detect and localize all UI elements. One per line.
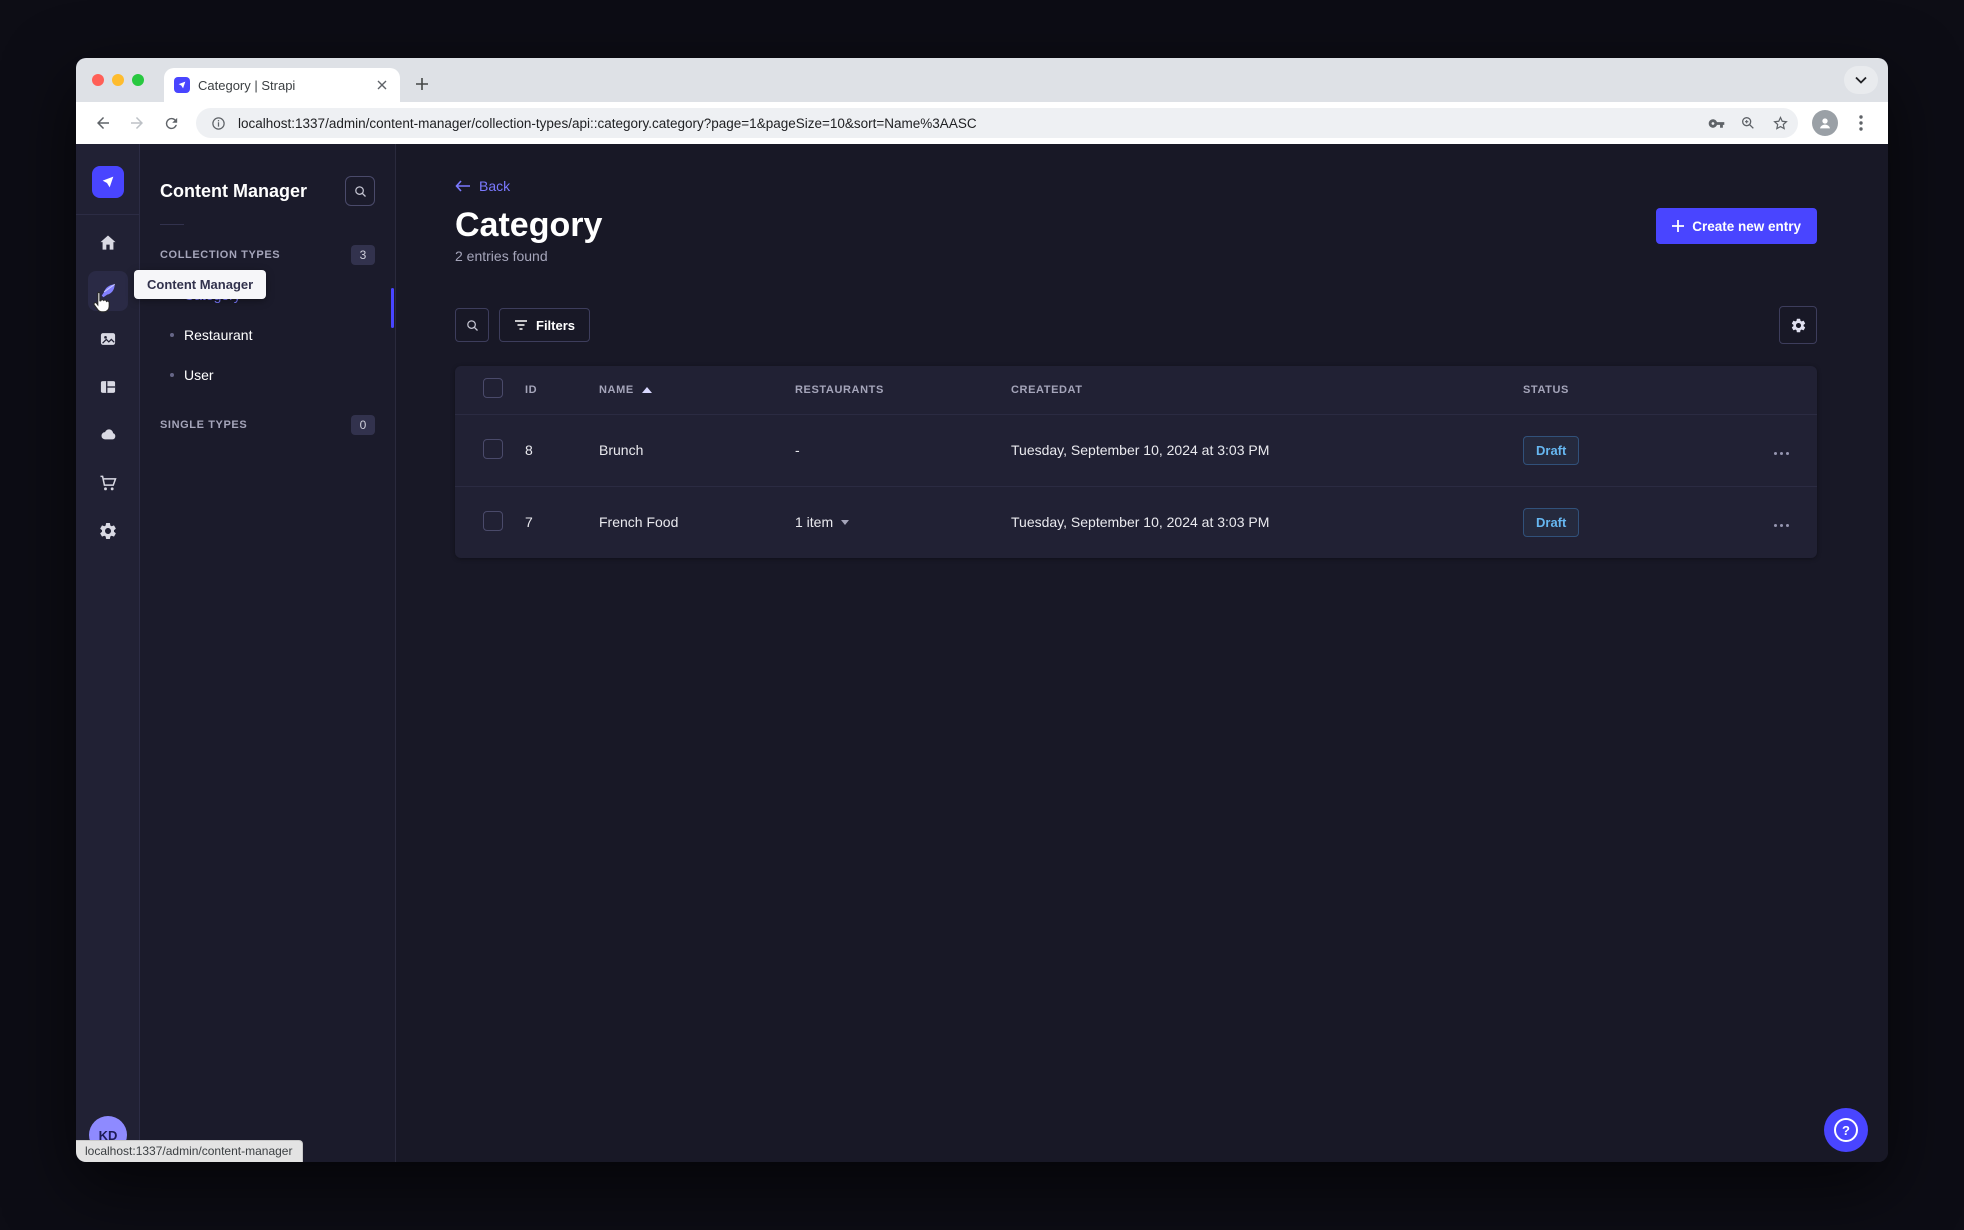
header-status[interactable]: STATUS — [1523, 366, 1723, 414]
filter-icon — [515, 320, 527, 330]
status-badge: Draft — [1523, 435, 1580, 465]
view-settings-gear-icon[interactable] — [1779, 306, 1817, 344]
bookmark-star-icon[interactable] — [1768, 111, 1792, 135]
site-info-icon[interactable] — [206, 111, 230, 135]
tab-strip: Category | Strapi — [76, 58, 1888, 102]
cell-createdat: Tuesday, September 10, 2024 at 3:03 PM — [1011, 514, 1270, 531]
back-label: Back — [479, 178, 511, 194]
entries-table: ID NAME RESTAURANTS CREATEDAT STATUS 8 B… — [455, 366, 1817, 558]
table-row[interactable]: 7 French Food 1 item Tuesday, September … — [455, 486, 1817, 558]
question-mark-icon: ? — [1834, 1118, 1858, 1142]
entries-count: 2 entries found — [455, 248, 548, 264]
bullet-icon — [170, 373, 174, 377]
row-actions-menu-icon[interactable] — [1774, 524, 1789, 528]
browser-menu-icon[interactable] — [1846, 108, 1876, 138]
tab-close-icon[interactable] — [374, 77, 390, 93]
select-all-checkbox[interactable] — [483, 378, 503, 399]
table-row[interactable]: 8 Brunch - Tuesday, September 10, 2024 a… — [455, 414, 1817, 486]
content-type-builder-icon[interactable] — [88, 367, 128, 407]
chevron-down-icon — [841, 519, 850, 525]
tooltip: Content Manager — [134, 270, 267, 299]
row-actions-menu-icon[interactable] — [1774, 452, 1789, 455]
table-search-icon[interactable] — [455, 308, 489, 342]
tab-search-chevron-icon[interactable] — [1844, 66, 1878, 94]
url-bar[interactable]: localhost:1337/admin/content-manager/col… — [196, 108, 1798, 138]
cloud-icon[interactable] — [88, 415, 128, 455]
minimize-window-button[interactable] — [112, 74, 124, 86]
navbar-divider — [76, 214, 139, 215]
cell-name: French Food — [599, 514, 679, 531]
cell-restaurants: - — [795, 442, 800, 458]
table-header-row: ID NAME RESTAURANTS CREATEDAT STATUS — [455, 366, 1817, 414]
browser-tab[interactable]: Category | Strapi — [164, 68, 400, 102]
sidebar-item-user[interactable]: User — [140, 355, 395, 395]
entries-table-card: ID NAME RESTAURANTS CREATEDAT STATUS 8 B… — [455, 366, 1817, 558]
media-library-icon[interactable] — [88, 319, 128, 359]
header-restaurants[interactable]: RESTAURANTS — [795, 366, 1011, 414]
back-icon[interactable] — [88, 108, 118, 138]
search-icon[interactable] — [345, 176, 375, 206]
header-id[interactable]: ID — [525, 366, 599, 414]
sidebar-item-label: Restaurant — [184, 327, 253, 343]
sidebar-item-label: User — [184, 367, 214, 383]
create-new-entry-label: Create new entry — [1692, 218, 1801, 234]
row-checkbox[interactable] — [483, 438, 503, 459]
strapi-favicon — [174, 77, 190, 93]
filters-button[interactable]: Filters — [499, 308, 591, 342]
main-content: Back Category Create new entry 2 entries… — [396, 144, 1888, 1162]
main-navigation: KD — [76, 144, 140, 1162]
subnav-divider — [160, 224, 184, 225]
tab-title: Category | Strapi — [198, 77, 296, 93]
close-window-button[interactable] — [92, 74, 104, 86]
header-name[interactable]: NAME — [599, 384, 795, 396]
link-preview-statusbar: localhost:1337/admin/content-manager — [76, 1140, 304, 1162]
relation-count-toggle[interactable]: 1 item — [795, 514, 1011, 530]
reload-icon[interactable] — [156, 108, 186, 138]
settings-gear-icon[interactable] — [88, 511, 128, 551]
strapi-logo[interactable] — [91, 166, 124, 198]
create-new-entry-button[interactable]: Create new entry — [1656, 208, 1817, 244]
sidebar-item-restaurant[interactable]: Restaurant — [140, 315, 395, 355]
subnav-scrollbar[interactable] — [391, 288, 394, 328]
new-tab-button[interactable] — [408, 70, 436, 98]
header-createdat[interactable]: CREATEDAT — [1011, 366, 1523, 414]
home-icon[interactable] — [88, 223, 128, 263]
subnav-title: Content Manager — [160, 180, 308, 201]
help-button[interactable]: ? — [1824, 1108, 1868, 1152]
content-manager-icon[interactable] — [87, 271, 128, 311]
page-title: Category — [455, 206, 603, 244]
zoom-window-button[interactable] — [132, 74, 144, 86]
browser-window: Category | Strapi localhost:1337/admin/c… — [76, 58, 1888, 1162]
window-controls — [92, 74, 144, 86]
cell-name: Brunch — [599, 442, 644, 458]
marketplace-cart-icon[interactable] — [88, 463, 128, 503]
browser-profile-avatar[interactable] — [1812, 110, 1838, 136]
cell-createdat: Tuesday, September 10, 2024 at 3:03 PM — [1011, 442, 1270, 458]
collection-types-label: COLLECTION TYPES — [160, 249, 281, 261]
forward-icon[interactable] — [122, 108, 152, 138]
bullet-icon — [170, 333, 174, 337]
sort-ascending-icon — [641, 386, 652, 393]
cell-id: 8 — [525, 442, 533, 458]
zoom-page-icon[interactable] — [1736, 111, 1760, 135]
row-checkbox[interactable] — [483, 510, 503, 531]
filters-label: Filters — [536, 317, 576, 333]
status-badge: Draft — [1523, 507, 1580, 537]
back-link[interactable]: Back — [455, 178, 510, 194]
single-types-label: SINGLE TYPES — [160, 419, 248, 431]
password-key-icon[interactable] — [1704, 111, 1728, 135]
cell-id: 7 — [525, 514, 533, 531]
url-text: localhost:1337/admin/content-manager/col… — [238, 115, 977, 131]
collection-types-count-badge: 3 — [351, 245, 375, 265]
strapi-app: KD Content Manager Content Manager COLLE… — [76, 144, 1888, 1162]
single-types-count-badge: 0 — [351, 415, 375, 435]
list-actionbar: Filters — [455, 306, 1817, 344]
browser-toolbar: localhost:1337/admin/content-manager/col… — [76, 102, 1888, 144]
